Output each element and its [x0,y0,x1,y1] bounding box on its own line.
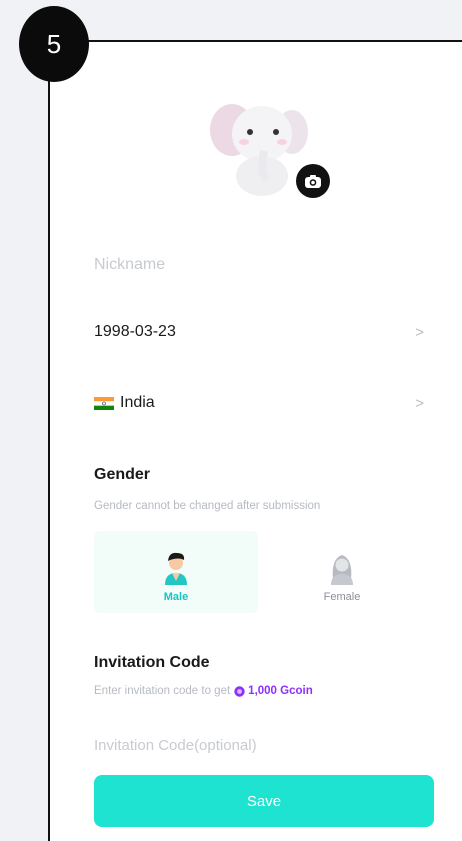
save-button[interactable]: Save [94,775,434,827]
nickname-input[interactable] [94,254,424,276]
gcoin-reward: 1,000 Gcoin [248,685,313,697]
chevron-right-icon: > [415,323,424,341]
change-avatar-button[interactable] [296,164,330,198]
country-row[interactable]: India > [94,389,424,417]
female-avatar-icon [331,555,353,585]
step-badge: 5 [19,6,89,82]
birthday-row[interactable]: 1998-03-23 > [94,318,424,346]
gender-label: Female [323,591,361,603]
gender-option-male[interactable]: Male [94,531,258,613]
gender-option-female[interactable]: Female [260,531,424,613]
country-value: India [120,394,155,411]
profile-form-screen: 1998-03-23 > India > Gender Gender canno… [48,40,462,841]
camera-icon [305,174,321,188]
gender-title: Gender [94,466,151,483]
chevron-right-icon: > [415,394,424,412]
male-avatar-icon [165,552,187,585]
invitation-title: Invitation Code [94,654,210,671]
gender-hint: Gender cannot be changed after submissio… [94,500,321,512]
india-flag-icon [94,396,114,410]
birthday-value: 1998-03-23 [94,323,176,340]
avatar-area [202,94,330,200]
invitation-code-input[interactable] [94,734,424,756]
gcoin-icon [234,685,245,697]
invitation-hint-text: Enter invitation code to get [94,685,231,697]
gender-label: Male [163,591,189,603]
invitation-hint: Enter invitation code to get 1,000 Gcoin [94,685,313,697]
